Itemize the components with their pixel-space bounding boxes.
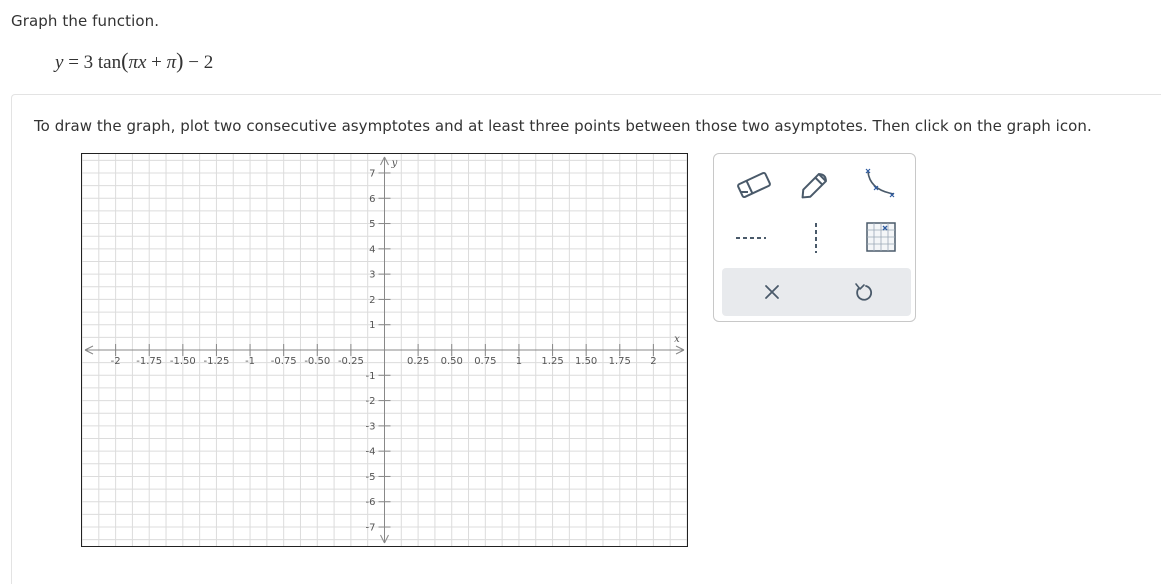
y-tick-label: -6 xyxy=(366,497,376,508)
x-tick-label: -0.25 xyxy=(338,356,364,367)
x-tick-label: 0.25 xyxy=(407,356,429,367)
tangent-curve-tool[interactable] xyxy=(860,166,900,202)
x-axis-label: x xyxy=(674,334,680,345)
y-tick-label: 3 xyxy=(369,270,375,281)
y-tick-label: 4 xyxy=(369,244,375,255)
equation-equals: = xyxy=(68,52,79,73)
horizontal-dashed-line-icon xyxy=(736,237,766,239)
y-tick-label: 5 xyxy=(369,219,375,230)
x-tick-label: 2 xyxy=(650,356,656,367)
undo-button[interactable] xyxy=(846,276,882,308)
equation-plus: + xyxy=(151,52,162,73)
y-tick-label: -3 xyxy=(366,421,376,432)
close-icon xyxy=(765,285,779,299)
x-tick-label: 1 xyxy=(516,356,522,367)
prompt-text: Graph the function. xyxy=(11,12,160,30)
y-axis-label: y xyxy=(391,158,398,169)
equation-lhs: y xyxy=(55,52,64,73)
x-tick-label: 0.75 xyxy=(474,356,496,367)
eraser-icon xyxy=(737,171,771,199)
y-tick-label: -2 xyxy=(366,396,376,407)
graph-toolbox xyxy=(713,153,916,322)
vertical-dashed-line-icon xyxy=(815,223,817,253)
y-tick-label: 2 xyxy=(369,295,375,306)
equation-pi-coefficient: π xyxy=(128,52,138,73)
function-equation: y = 3 tan(πx + π) − 2 xyxy=(55,48,214,73)
pencil-icon xyxy=(801,173,827,199)
equation-vertical-shift: − 2 xyxy=(188,52,214,73)
equation-pi-shift: π xyxy=(166,52,177,73)
x-tick-label: -2 xyxy=(111,356,121,367)
instructions-text: To draw the graph, plot two consecutive … xyxy=(34,117,1092,135)
graph-tool[interactable] xyxy=(862,220,902,256)
graph-grid-icon xyxy=(866,222,896,252)
action-bar xyxy=(722,268,911,316)
y-tick-label: -5 xyxy=(366,472,376,483)
horizontal-asymptote-tool[interactable] xyxy=(734,220,774,256)
y-tick-label: -1 xyxy=(366,371,376,382)
x-tick-label: -1.50 xyxy=(170,356,196,367)
y-tick-label: 1 xyxy=(369,320,375,331)
equation-coefficient: 3 tan xyxy=(83,52,122,73)
x-tick-label: 0.50 xyxy=(441,356,463,367)
coordinate-plane[interactable]: x y -2 -1.75 -1.50 -1.25 -1 -0.75 -0.50 -0.25 0.25… xyxy=(82,154,687,546)
graph-area[interactable]: x y -2 -1.75 -1.50 -1.25 -1 -0.75 -0.50 -0.25 0.25… xyxy=(81,153,688,547)
eraser-tool[interactable] xyxy=(734,166,774,202)
undo-icon xyxy=(855,283,873,301)
x-tick-label: -0.50 xyxy=(304,356,330,367)
x-tick-label: -1.25 xyxy=(204,356,230,367)
x-tick-label: 1.50 xyxy=(575,356,597,367)
y-tick-label: -4 xyxy=(366,447,376,458)
vertical-asymptote-tool[interactable] xyxy=(796,220,836,256)
x-tick-label: -1 xyxy=(245,356,255,367)
x-tick-label: 1.25 xyxy=(541,356,563,367)
clear-button[interactable] xyxy=(754,276,790,308)
pencil-tool[interactable] xyxy=(796,166,836,202)
y-tick-label: -7 xyxy=(366,523,376,534)
x-tick-label: -1.75 xyxy=(136,356,162,367)
x-tick-label: 1.75 xyxy=(609,356,631,367)
tangent-curve-icon xyxy=(865,168,895,198)
y-tick-label: 7 xyxy=(369,168,375,179)
x-tick-label: -0.75 xyxy=(271,356,297,367)
y-tick-label: 6 xyxy=(369,194,375,205)
equation-x: x xyxy=(137,52,147,73)
